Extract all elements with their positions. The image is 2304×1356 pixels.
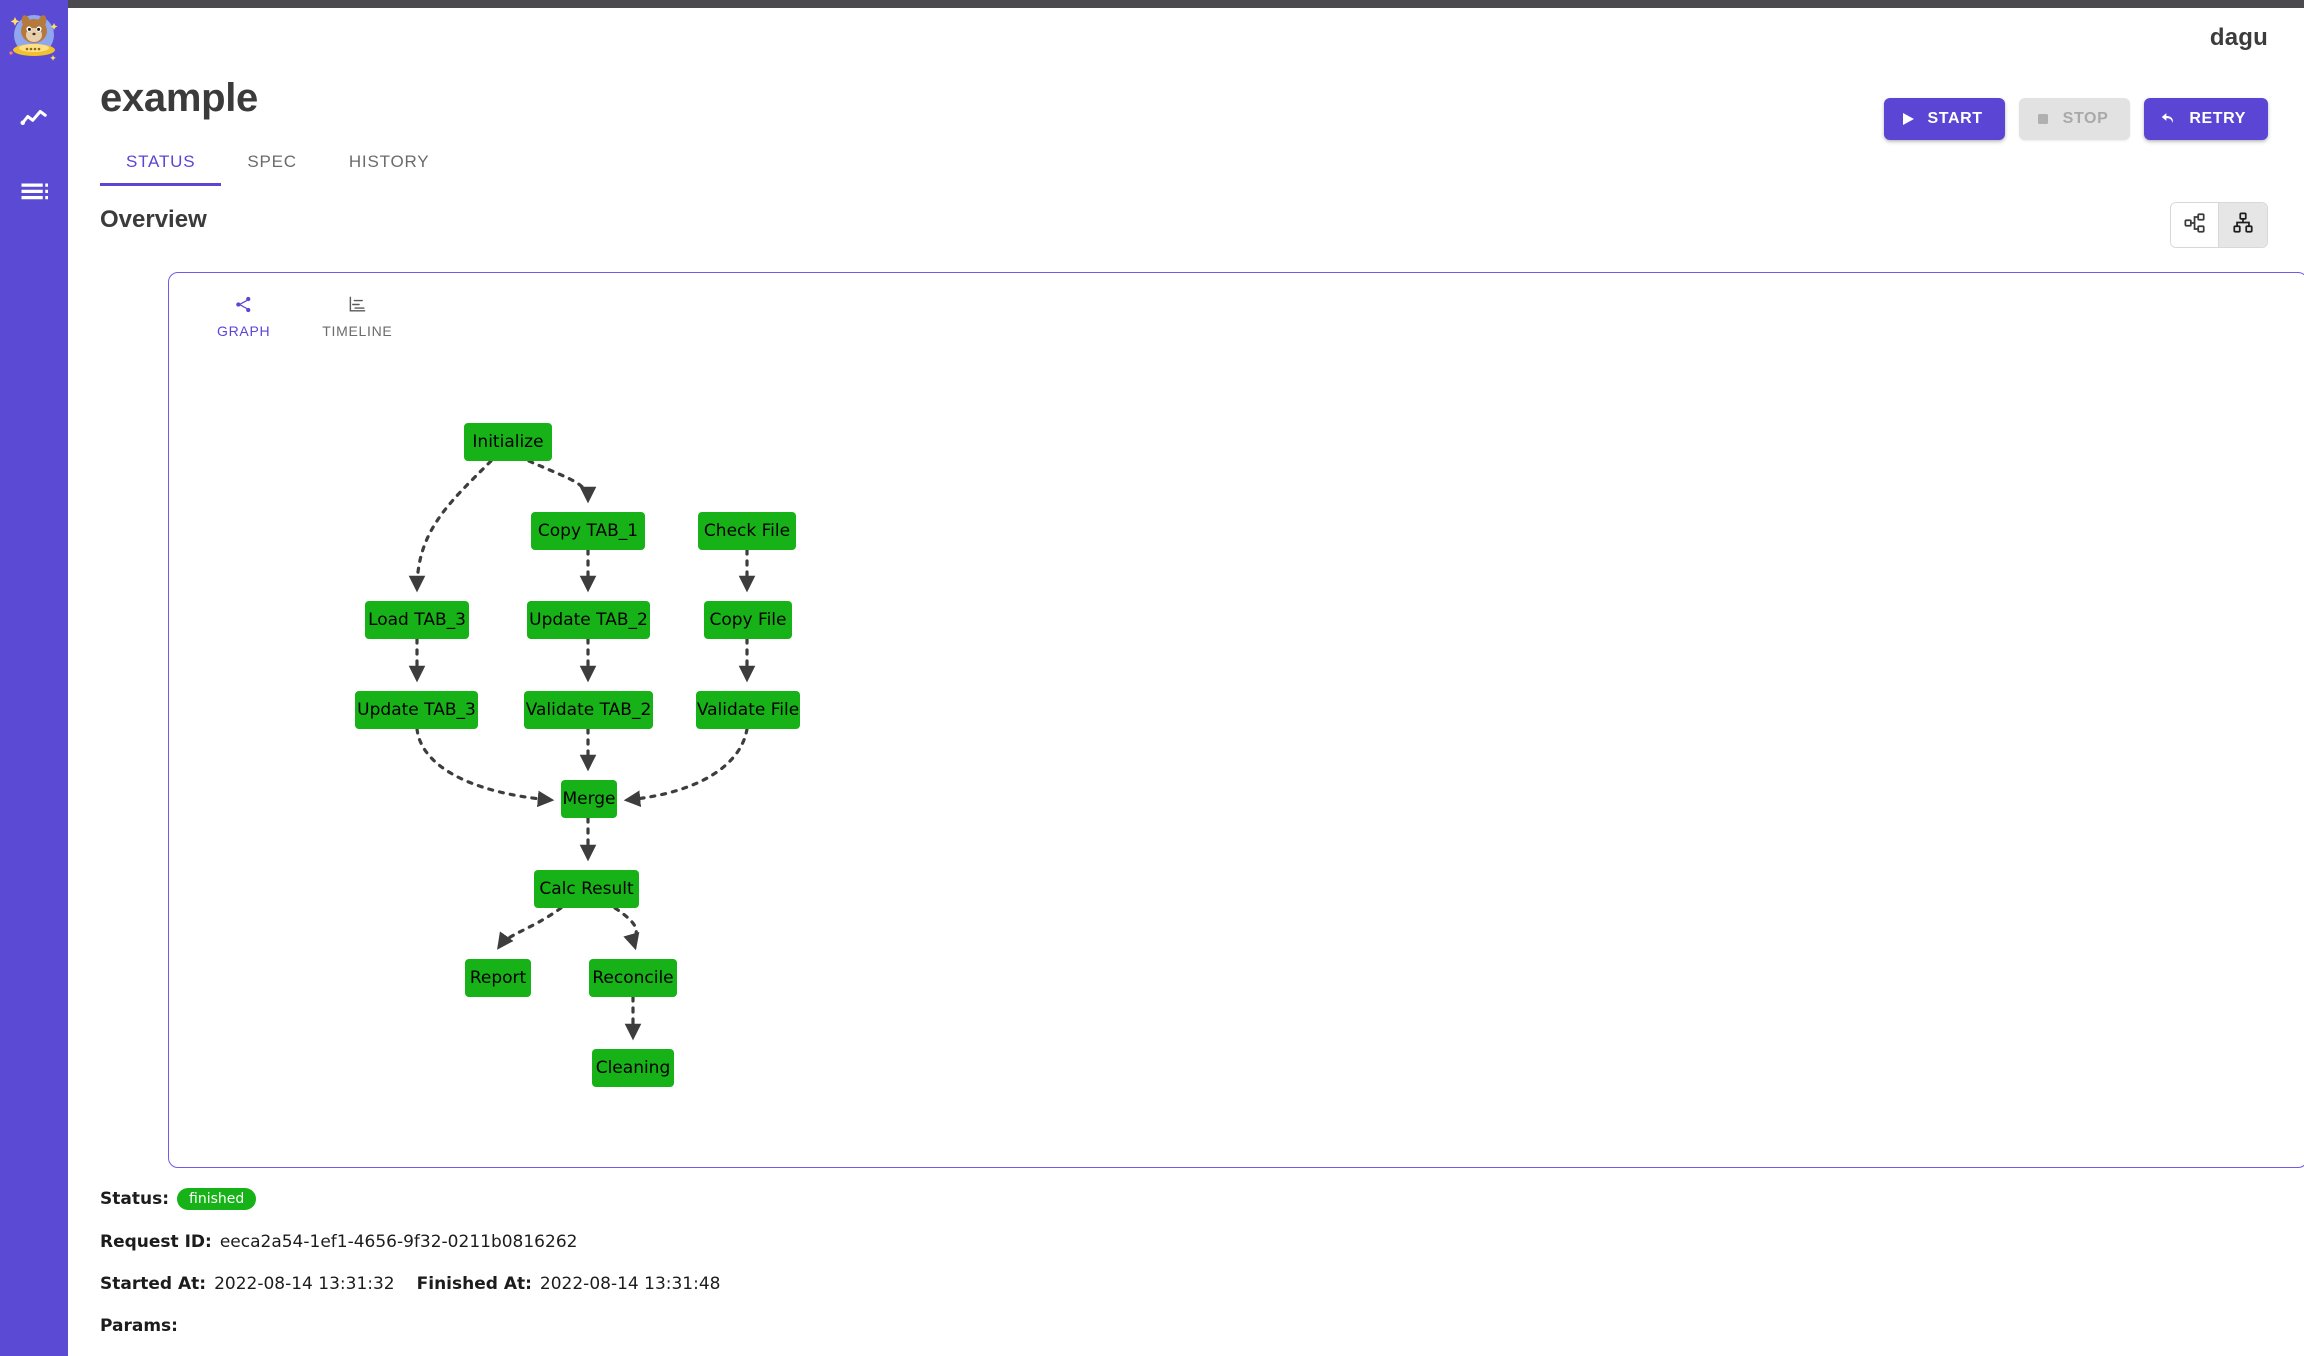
dag-node-label: Validate File: [696, 700, 800, 720]
request-id-row: Request ID: eeca2a54-1ef1-4656-9f32-0211…: [100, 1232, 1149, 1252]
list-icon: [19, 176, 49, 206]
dag-graph-canvas: [408, 459, 756, 1041]
activity-chart-icon: [19, 104, 49, 134]
dag-node-label: Load TAB_3: [368, 610, 466, 630]
main-content: dagu example START STOP RETRY STATUS SPE…: [68, 8, 2304, 1356]
dag-node-label: Copy TAB_1: [537, 521, 639, 541]
horizontal-layout-button[interactable]: [2171, 203, 2219, 247]
dagu-mascot-logo[interactable]: [6, 10, 62, 66]
dag-node-check_file[interactable]: Check File: [698, 512, 796, 550]
params-label: Params:: [100, 1316, 178, 1336]
dag-actions: START STOP RETRY: [1883, 98, 2268, 140]
dag-node-calc_result[interactable]: Calc Result: [534, 870, 639, 908]
stop-button[interactable]: STOP: [2018, 98, 2131, 140]
dag-node-copy_tab_1[interactable]: Copy TAB_1: [531, 512, 645, 550]
graph-layout-toggle: [2170, 202, 2268, 248]
vertical-layout-button[interactable]: [2219, 203, 2267, 247]
stop-button-label: STOP: [2062, 110, 2109, 127]
run-details: Status: finished Request ID: eeca2a54-1e…: [100, 1188, 1149, 1356]
request-id-label: Request ID:: [100, 1232, 212, 1252]
stop-square-icon: [2035, 111, 2051, 127]
dag-node-report[interactable]: Report: [465, 959, 531, 997]
dag-node-validate_tab_2[interactable]: Validate TAB_2: [524, 691, 653, 729]
started-at-value: 2022-08-14 13:31:32: [214, 1274, 395, 1294]
start-button[interactable]: START: [1883, 98, 2005, 140]
dag-node-cleaning[interactable]: Cleaning: [592, 1049, 674, 1087]
dag-node-validate_file[interactable]: Validate File: [696, 691, 800, 729]
dag-node-label: Cleaning: [595, 1058, 671, 1078]
app-root: dagu example START STOP RETRY STATUS SPE…: [0, 0, 2304, 1356]
dag-node-label: Reconcile: [592, 968, 674, 988]
sidebar-item-dags[interactable]: [11, 168, 57, 214]
horizontal-graph-icon: [2184, 212, 2206, 239]
dag-node-update_tab_3[interactable]: Update TAB_3: [355, 691, 478, 729]
status-badge: finished: [177, 1188, 257, 1210]
finished-at-value: 2022-08-14 13:31:48: [539, 1274, 721, 1294]
sidebar-item-dashboard[interactable]: [11, 96, 57, 142]
start-button-label: START: [1927, 110, 1983, 127]
dag-node-load_tab_3[interactable]: Load TAB_3: [365, 601, 469, 639]
dag-node-label: Report: [469, 968, 527, 988]
status-row: Status: finished: [100, 1188, 1149, 1210]
dag-node-initialize[interactable]: Initialize: [464, 423, 552, 461]
tab-spec[interactable]: SPEC: [221, 148, 323, 186]
graph-card: GRAPH TIMELINE Initialize Copy TAB_1 Che…: [168, 272, 2304, 1168]
dag-node-copy_file[interactable]: Copy File: [704, 601, 792, 639]
dag-node-label: Validate TAB_2: [525, 700, 652, 720]
started-at-label: Started At:: [100, 1274, 207, 1294]
dag-node-label: Check File: [703, 521, 791, 541]
dag-node-label: Update TAB_3: [357, 700, 476, 720]
section-title: Overview: [100, 206, 207, 233]
dag-node-merge[interactable]: Merge: [561, 780, 617, 818]
tab-status[interactable]: STATUS: [100, 148, 222, 186]
finished-at-label: Finished At:: [416, 1274, 532, 1294]
sidebar: [0, 0, 68, 1356]
params-row: Params:: [100, 1316, 1149, 1336]
tab-history[interactable]: HISTORY: [323, 148, 456, 186]
dag-node-label: Initialize: [472, 432, 544, 452]
app-brand: dagu: [2209, 24, 2268, 51]
dag-node-reconcile[interactable]: Reconcile: [589, 959, 677, 997]
page-tabs: STATUS SPEC HISTORY: [100, 148, 455, 186]
timestamps-row: Started At: 2022-08-14 13:31:32 Finished…: [100, 1274, 1149, 1294]
vertical-graph-icon: [2232, 212, 2254, 239]
retry-button-label: RETRY: [2189, 110, 2246, 127]
dag-node-update_tab_2[interactable]: Update TAB_2: [527, 601, 650, 639]
dag-node-label: Copy File: [709, 610, 787, 630]
dag-node-label: Update TAB_2: [529, 610, 648, 630]
request-id-value: eeca2a54-1ef1-4656-9f32-0211b0816262: [219, 1232, 578, 1252]
window-top-strip: [0, 0, 2304, 8]
play-icon: [1900, 111, 1916, 127]
page-title: example: [100, 76, 258, 120]
retry-button[interactable]: RETRY: [2144, 98, 2268, 140]
dag-node-label: Merge: [562, 789, 616, 809]
retry-arrow-icon: [2160, 111, 2177, 128]
status-label: Status:: [100, 1189, 169, 1209]
dag-node-label: Calc Result: [539, 879, 634, 899]
